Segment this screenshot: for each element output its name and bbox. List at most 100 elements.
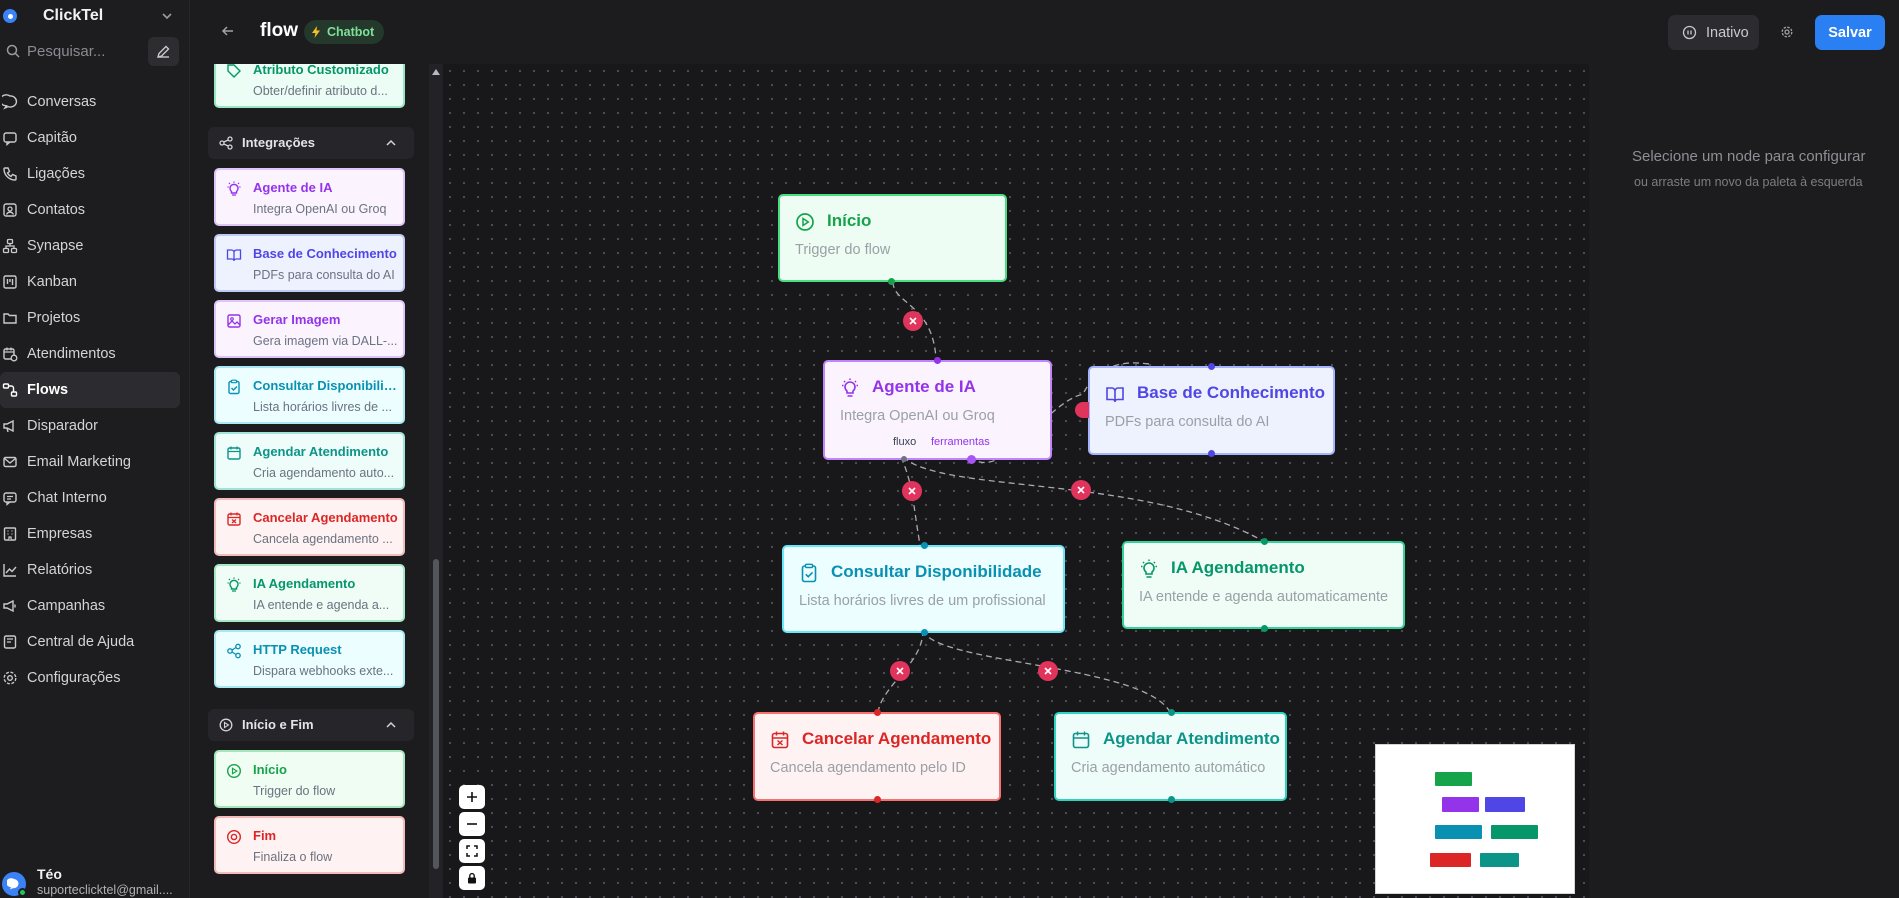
palette-item-atributo[interactable]: Atributo Customizado Obter/definir atrib… bbox=[214, 64, 405, 108]
sidebar-item-ligacoes[interactable]: Ligações bbox=[0, 156, 180, 192]
lock-button[interactable] bbox=[459, 866, 485, 890]
close-icon bbox=[896, 667, 904, 675]
sidebar-item-projetos[interactable]: Projetos bbox=[0, 300, 180, 336]
sidebar-item-label: Synapse bbox=[27, 238, 84, 254]
sidebar-item-kanban[interactable]: Kanban bbox=[0, 264, 180, 300]
node-output-handle[interactable] bbox=[1208, 450, 1215, 457]
palette-item-agendar-atendimento[interactable]: Agendar Atendimento Cria agendamento aut… bbox=[214, 432, 405, 490]
sidebar-item-synapse[interactable]: Synapse bbox=[0, 228, 180, 264]
save-button[interactable]: Salvar bbox=[1815, 15, 1885, 50]
flow-canvas[interactable]: Início Trigger do flow Agente de IA Inte… bbox=[443, 64, 1589, 898]
node-desc: PDFs para consulta do AI bbox=[1105, 414, 1270, 430]
arrow-left-icon[interactable] bbox=[220, 23, 236, 39]
delete-edge-button[interactable] bbox=[890, 661, 910, 681]
palette-item-inicio[interactable]: Início Trigger do flow bbox=[214, 750, 405, 808]
sidebar-item-disparador[interactable]: Disparador bbox=[0, 408, 180, 444]
palette-item-title: Início bbox=[253, 762, 287, 777]
node-cancelar-agendamento[interactable]: Cancelar Agendamento Cancela agendamento… bbox=[753, 709, 1001, 803]
delete-edge-button[interactable] bbox=[1071, 480, 1091, 500]
zoom-in-button[interactable] bbox=[459, 785, 485, 809]
user-profile[interactable]: Téo suporteclicktel@gmail.... bbox=[0, 862, 190, 898]
brand-switcher[interactable]: ClickTel bbox=[0, 0, 190, 32]
node-output-handle[interactable] bbox=[1168, 796, 1175, 803]
palette-item-gerar-imagem[interactable]: Gerar Imagem Gera imagem via DALL-... bbox=[214, 300, 405, 358]
palette-scrollbar[interactable] bbox=[429, 64, 443, 898]
delete-edge-button[interactable] bbox=[1075, 402, 1089, 418]
palette-item-desc: Dispara webhooks exte... bbox=[253, 664, 394, 678]
palette-item-desc: Obter/definir atributo d... bbox=[253, 84, 388, 98]
minimap[interactable] bbox=[1375, 744, 1575, 894]
sidebar-item-label: Chat Interno bbox=[27, 490, 107, 506]
node-output-handle[interactable] bbox=[921, 629, 928, 636]
sidebar-item-configuracoes[interactable]: Configurações bbox=[0, 660, 180, 696]
sidebar-item-empresas[interactable]: Empresas bbox=[0, 516, 180, 552]
node-output-handle[interactable] bbox=[1261, 625, 1268, 632]
delete-edge-button[interactable] bbox=[903, 311, 923, 331]
chat-internal-icon bbox=[3, 492, 17, 506]
delete-edge-button[interactable] bbox=[902, 481, 922, 501]
palette-scroll-thumb[interactable] bbox=[433, 559, 439, 869]
node-output-handle[interactable] bbox=[888, 278, 895, 285]
fullscreen-icon bbox=[466, 845, 478, 857]
flow-title: flow bbox=[260, 20, 298, 41]
node-input-handle[interactable] bbox=[934, 357, 941, 364]
node-input-handle[interactable] bbox=[921, 542, 928, 549]
node-inicio[interactable]: Início Trigger do flow bbox=[778, 194, 1007, 285]
palette-item-http-request[interactable]: HTTP Request Dispara webhooks exte... bbox=[214, 630, 405, 688]
palette-item-agente-ia[interactable]: Agente de IA Integra OpenAI ou Groq bbox=[214, 168, 405, 226]
lightbulb-icon bbox=[227, 181, 241, 196]
handle-label-ferramentas: ferramentas bbox=[931, 436, 990, 448]
zoom-out-button[interactable] bbox=[459, 812, 485, 836]
node-input-handle[interactable] bbox=[1168, 709, 1175, 716]
chart-icon bbox=[3, 564, 17, 577]
palette-item-base-conhecimento[interactable]: Base de Conhecimento PDFs para consulta … bbox=[214, 234, 405, 292]
sidebar-item-contatos[interactable]: Contatos bbox=[0, 192, 180, 228]
sidebar-item-central-de-ajuda[interactable]: Central de Ajuda bbox=[0, 624, 180, 660]
palette-item-ia-agendamento[interactable]: IA Agendamento IA entende e agenda a... bbox=[214, 564, 405, 622]
node-input-handle[interactable] bbox=[1208, 363, 1215, 370]
node-input-handle[interactable] bbox=[874, 709, 881, 716]
node-base-conhecimento[interactable]: Base de Conhecimento PDFs para consulta … bbox=[1088, 363, 1335, 457]
user-name: Téo bbox=[37, 866, 62, 882]
search-input[interactable] bbox=[27, 42, 137, 60]
flow-icon bbox=[2, 383, 18, 397]
handle-fluxo[interactable] bbox=[901, 456, 907, 462]
node-agendar-atendimento[interactable]: Agendar Atendimento Cria agendamento aut… bbox=[1054, 709, 1287, 803]
sidebar-item-chat-interno[interactable]: Chat Interno bbox=[0, 480, 180, 516]
node-output-handle[interactable] bbox=[874, 796, 881, 803]
node-ia-agendamento[interactable]: IA Agendamento IA entende e agenda autom… bbox=[1122, 538, 1405, 632]
sidebar-item-label: Campanhas bbox=[27, 598, 106, 614]
scroll-up-icon[interactable] bbox=[432, 69, 440, 75]
palette-section-integracoes[interactable]: Integrações bbox=[208, 127, 414, 159]
sidebar-item-capitao[interactable]: Capitão bbox=[0, 120, 180, 156]
config-empty-desc: ou arraste um novo da paleta à esquerda bbox=[1634, 175, 1863, 189]
palette-item-desc: IA entende e agenda a... bbox=[253, 598, 390, 612]
delete-edge-button[interactable] bbox=[1038, 661, 1058, 681]
node-consultar-disponibilidade[interactable]: Consultar Disponibilidade Lista horários… bbox=[782, 542, 1065, 636]
sidebar-item-campanhas[interactable]: Campanhas bbox=[0, 588, 180, 624]
node-desc: Trigger do flow bbox=[795, 242, 891, 258]
palette-section-inicio-fim[interactable]: Início e Fim bbox=[208, 709, 414, 741]
sidebar-item-conversas[interactable]: Conversas bbox=[0, 84, 180, 120]
palette-item-cancelar-agendamento[interactable]: Cancelar Agendamento Cancela agendamento… bbox=[214, 498, 405, 556]
compose-button[interactable] bbox=[148, 37, 179, 66]
sidebar-item-label: Conversas bbox=[27, 94, 97, 110]
sidebar-item-flows[interactable]: Flows bbox=[0, 372, 180, 408]
handle-ferramentas[interactable] bbox=[967, 455, 976, 464]
node-input-handle[interactable] bbox=[1261, 538, 1268, 545]
palette-item-title: Fim bbox=[253, 828, 277, 843]
play-circle-icon bbox=[219, 718, 233, 732]
sidebar-item-relatorios[interactable]: Relatórios bbox=[0, 552, 180, 588]
palette-item-consultar-disponibilidade[interactable]: Consultar Disponibilida... Lista horário… bbox=[214, 366, 405, 424]
palette-item-title: Agendar Atendimento bbox=[253, 444, 389, 459]
sidebar-item-label: Atendimentos bbox=[27, 346, 116, 362]
sidebar-item-label: Disparador bbox=[27, 418, 98, 434]
settings-icon[interactable] bbox=[1780, 25, 1794, 39]
sidebar-item-email-marketing[interactable]: Email Marketing bbox=[0, 444, 180, 480]
sidebar-item-atendimentos[interactable]: Atendimentos bbox=[0, 336, 180, 372]
palette-item-fim[interactable]: Fim Finaliza o flow bbox=[214, 816, 405, 874]
handle-label-fluxo: fluxo bbox=[893, 436, 917, 448]
toggle-active-button[interactable]: Inativo bbox=[1668, 15, 1759, 50]
fit-view-button[interactable] bbox=[459, 839, 485, 863]
node-agente-ia[interactable]: Agente de IA Integra OpenAI ou Groq flux… bbox=[823, 357, 1052, 464]
